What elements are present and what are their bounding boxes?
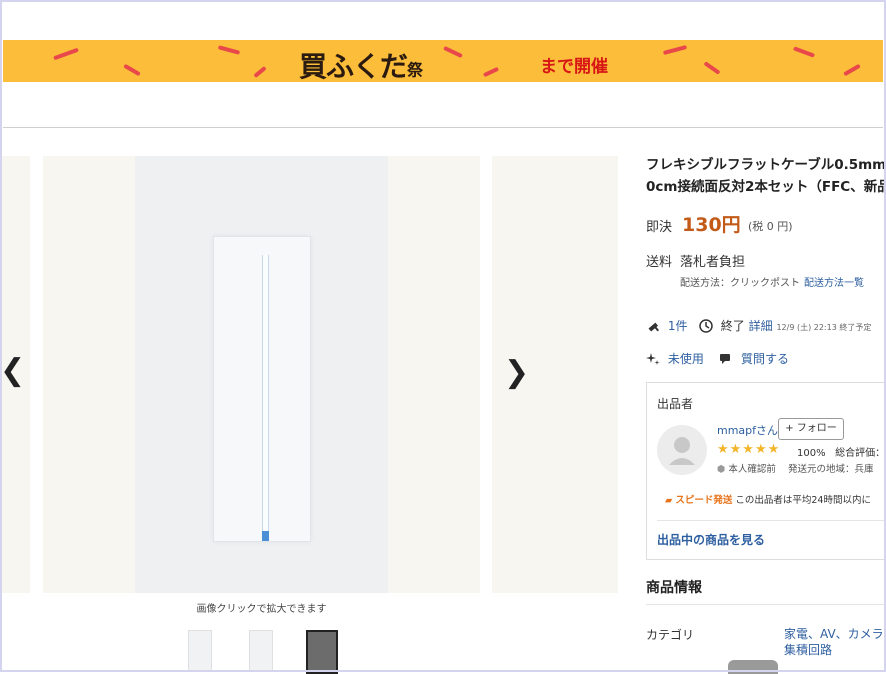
condition-value: 未使用 bbox=[667, 352, 704, 366]
confetti bbox=[53, 47, 79, 61]
verification-status: 本人確認前 bbox=[728, 464, 776, 475]
category-value: 家電、AV、カメラ 集積回路 bbox=[784, 626, 886, 658]
ask-question-link[interactable]: 質問する bbox=[741, 352, 789, 366]
end-time: 12/9 (土) 22:13 終了予定 bbox=[776, 323, 872, 332]
thumbnail-3-selected[interactable] bbox=[306, 630, 338, 674]
ffc-cable-image bbox=[262, 255, 269, 541]
gallery-caption: 画像クリックで拡大できます bbox=[196, 604, 327, 615]
product-photo[interactable] bbox=[135, 156, 388, 593]
end-status: 終了 bbox=[720, 319, 745, 333]
shipping-methods-link[interactable]: 配送方法一覧 bbox=[804, 278, 864, 289]
chevron-right-icon[interactable]: ❯ bbox=[504, 358, 529, 388]
bid-count[interactable]: 1件 bbox=[668, 319, 688, 333]
seller-meta: ⬢ 本人確認前 発送元の地域：兵庫 bbox=[717, 461, 873, 475]
shipping-method: 配送方法：クリックポスト 配送方法一覧 bbox=[680, 278, 864, 289]
sparkle-icon bbox=[646, 352, 668, 366]
plastic-bag-image bbox=[213, 236, 311, 542]
campaign-until-text: まで開催 bbox=[540, 57, 608, 77]
price-label: 即決 bbox=[646, 220, 673, 235]
seller-name-link[interactable]: mmapfさん bbox=[717, 422, 778, 438]
total-rating-label: 総合評価： bbox=[835, 448, 886, 459]
shield-icon: ⬢ bbox=[717, 464, 726, 475]
shipping-label: 送料 bbox=[646, 255, 673, 270]
confetti bbox=[482, 66, 500, 78]
confetti bbox=[217, 45, 241, 55]
speed-badge: スピード発送 bbox=[675, 495, 733, 506]
confetti bbox=[253, 65, 267, 79]
thumbnail-1[interactable] bbox=[188, 630, 212, 672]
chevron-left-icon[interactable]: ❮ bbox=[0, 356, 25, 386]
shipping-value: 落札者負担 bbox=[680, 255, 746, 270]
category-sub-link[interactable]: 集積回路 bbox=[784, 642, 886, 658]
gallery-next-image[interactable]: ❯ bbox=[492, 156, 618, 593]
clock-icon bbox=[695, 319, 721, 333]
rating-percent: 100% 総合評価： bbox=[797, 448, 886, 459]
speed-shipping-row: ▰ スピード発送 この出品者は平均24時間以内に bbox=[665, 492, 871, 506]
rating-stars: ★★★★★ bbox=[717, 442, 781, 457]
category-link[interactable]: 家電、AV、カメラ bbox=[784, 626, 886, 642]
campaign-logo: 買ふくだ祭 bbox=[299, 50, 423, 82]
thumbnail-2[interactable] bbox=[249, 630, 273, 672]
category-label: カテゴリ bbox=[646, 628, 695, 642]
seller-card: 出品者 mmapfさん + フォロー ★★★★★ 100% 総合評価： ⬢ 本人… bbox=[646, 382, 886, 560]
follow-button[interactable]: + フォロー bbox=[778, 418, 844, 440]
item-detail-panel: フレキシブルフラットケーブル0.5mm 0cm接続面反対2本セット（FFC、新品… bbox=[646, 0, 886, 672]
confetti bbox=[123, 63, 141, 77]
gavel-icon bbox=[646, 319, 668, 333]
seller-avatar[interactable] bbox=[657, 425, 707, 475]
auction-status-row: 1件 終了 詳細 12/9 (土) 22:13 終了予定 bbox=[646, 317, 871, 334]
confetti bbox=[443, 45, 463, 59]
product-info-heading: 商品情報 bbox=[646, 580, 702, 596]
detail-link[interactable]: 詳細 bbox=[749, 319, 773, 333]
tax-note: (税 0 円) bbox=[748, 220, 793, 233]
price-value: 130円 bbox=[682, 214, 741, 236]
gallery-main-image[interactable] bbox=[43, 156, 480, 593]
speed-text: この出品者は平均24時間以内に bbox=[735, 495, 871, 506]
truck-icon: ▰ bbox=[665, 495, 673, 506]
condition-row: 未使用 質問する bbox=[646, 350, 789, 367]
product-title: フレキシブルフラットケーブル0.5mm 0cm接続面反対2本セット（FFC、新品 bbox=[646, 157, 886, 195]
seller-heading: 出品者 bbox=[657, 397, 694, 411]
gallery-prev-image[interactable]: ❮ bbox=[0, 156, 30, 593]
ship-origin: 発送元の地域：兵庫 bbox=[787, 464, 874, 475]
seller-items-link[interactable]: 出品中の商品を見る bbox=[657, 531, 765, 548]
speech-bubble-icon bbox=[715, 352, 741, 366]
